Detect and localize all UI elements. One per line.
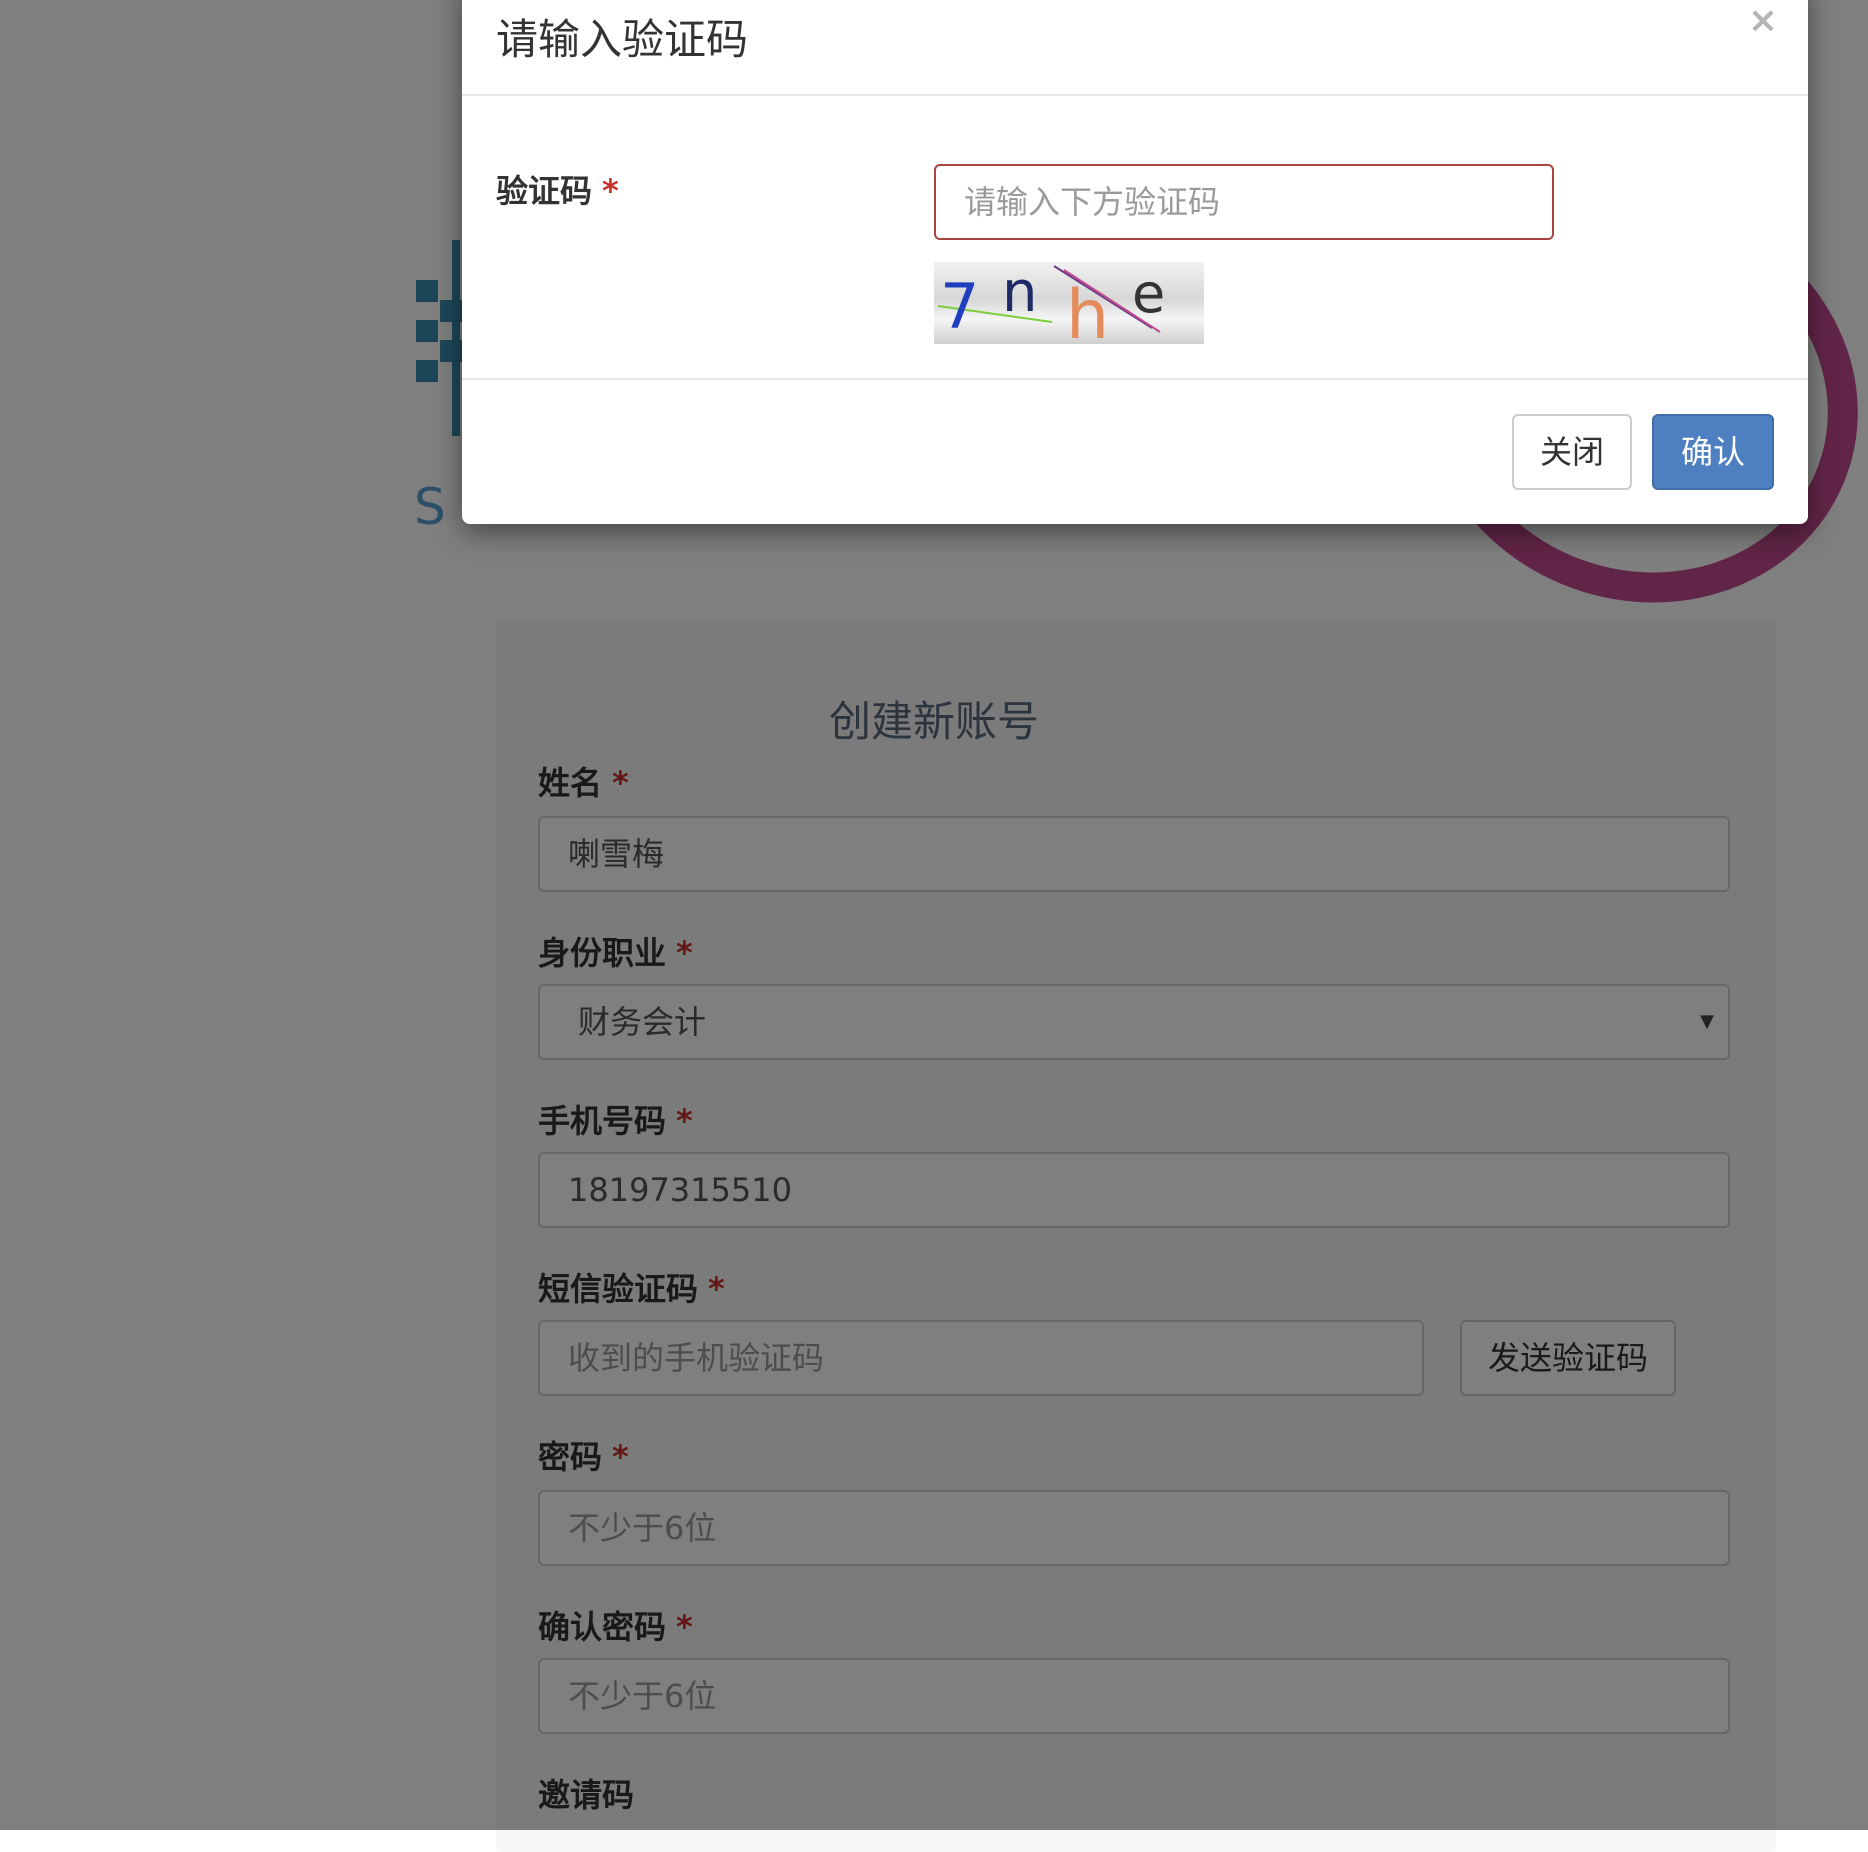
captcha-char: e — [1132, 262, 1166, 325]
captcha-input[interactable]: 请输入下方验证码 — [934, 164, 1554, 240]
confirm-button[interactable]: 确认 — [1652, 414, 1774, 490]
captcha-char: h — [1066, 276, 1110, 344]
close-icon[interactable]: × — [1748, 0, 1778, 41]
close-button[interactable]: 关闭 — [1512, 414, 1632, 490]
captcha-label: 验证码 * — [496, 172, 619, 210]
modal-title: 请输入验证码 — [496, 15, 749, 64]
captcha-char: 7 — [940, 270, 980, 343]
modal-footer-divider — [462, 378, 1808, 380]
required-mark: * — [602, 172, 619, 210]
captcha-modal: 请输入验证码 × 验证码 * 请输入下方验证码 7 n h e 关闭 确认 — [462, 0, 1808, 524]
captcha-image[interactable]: 7 n h e — [934, 262, 1204, 344]
modal-header-divider — [462, 94, 1808, 96]
captcha-char: n — [1002, 262, 1038, 325]
